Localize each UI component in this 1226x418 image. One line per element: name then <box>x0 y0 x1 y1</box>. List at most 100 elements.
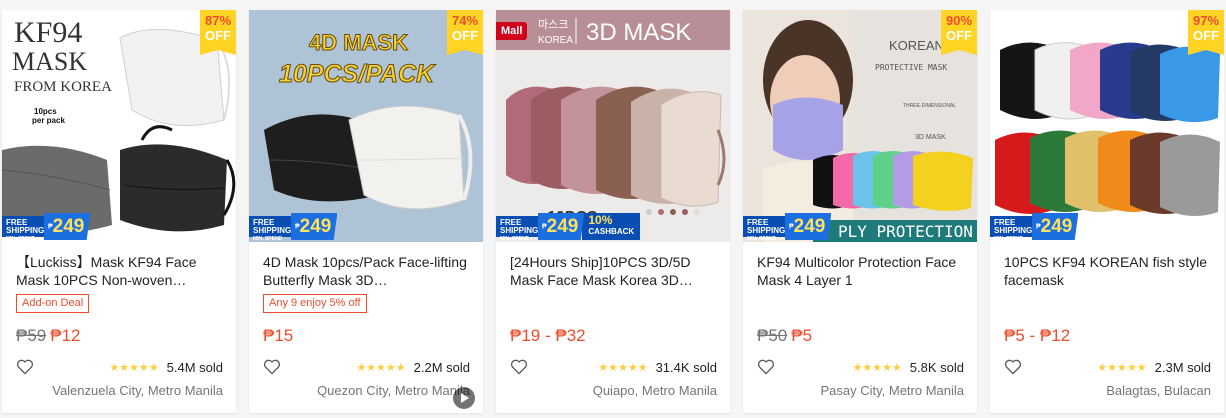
star-rating: ★★★★★ <box>1097 361 1147 374</box>
fs-min-spend: MIN. SPEND <box>6 236 36 242</box>
fs-amount: 249 <box>546 216 579 237</box>
original-price: ₱50 <box>757 326 788 345</box>
img-text-korean: 마스크 <box>538 18 568 31</box>
img-text-10pcs: 10pcs <box>34 107 57 116</box>
free-shipping-badge: FREE SHIPPING MIN. SPEND ₱249 <box>249 213 338 242</box>
discount-badge: 74% OFF <box>447 10 483 55</box>
fs-min-spend: MIN. SPEND <box>253 236 283 242</box>
fs-min-spend: MIN. SPEND <box>747 236 777 242</box>
rating-row: ★★★★★ 2.3M sold <box>1004 358 1211 376</box>
discount-percent: 90% <box>945 13 973 28</box>
sold-count: 2.2M sold <box>413 359 470 375</box>
heart-icon[interactable] <box>510 359 528 375</box>
discount-off-label: OFF <box>1193 28 1219 43</box>
star-rating: ★★★★★ <box>109 361 159 374</box>
product-title[interactable]: 10PCS KF94 KOREAN fish style facemask <box>1004 253 1210 289</box>
free-shipping-badge: FREE SHIPPING MIN. SPEND ₱249 <box>990 213 1079 242</box>
fs-shipping: SHIPPING <box>500 226 539 235</box>
star-rating: ★★★★★ <box>852 361 902 374</box>
product-card[interactable]: 4D MASK 10PCS/PACK 74% OFF FREE SHIPPING M… <box>249 10 483 413</box>
img-text-ply-protection: PLY PROTECTION <box>838 222 973 241</box>
sold-count: 31.4K sold <box>655 359 717 375</box>
product-title[interactable]: 【Luckiss】Mask KF94 Face Mask 10PCS Non-w… <box>16 253 222 289</box>
fs-shipping: SHIPPING <box>747 226 786 235</box>
fs-amount: 249 <box>299 216 332 237</box>
fs-shipping: SHIPPING <box>253 226 292 235</box>
product-title[interactable]: KF94 Multicolor Protection Face Mask 4 L… <box>757 253 963 289</box>
play-video-icon[interactable] <box>453 387 475 409</box>
current-price: ₱19 - ₱32 <box>510 326 586 345</box>
sold-count: 5.4M sold <box>166 359 223 375</box>
current-price: ₱12 <box>50 326 81 345</box>
star-rating: ★★★★★ <box>598 361 648 374</box>
img-text-protective: PROTECTIVE MASK <box>875 63 947 72</box>
img-text-korean: KOREAN <box>889 38 944 53</box>
free-shipping-badge: FREE SHIPPING MIN. SPEND ₱249 <box>743 213 832 242</box>
fs-min-spend: MIN. SPEND <box>994 236 1024 242</box>
discount-off-label: OFF <box>205 28 231 43</box>
img-text-3d-mask: 3D MASK <box>586 19 691 46</box>
original-price: ₱59 <box>16 326 47 345</box>
discount-badge: 87% OFF <box>200 10 236 55</box>
shop-location: Balagtas, Bulacan <box>1106 383 1211 398</box>
fs-min-spend: MIN. SPEND <box>500 236 530 242</box>
discount-percent: 87% <box>204 13 232 28</box>
product-price: ₱50 ₱5 <box>757 326 812 346</box>
star-rating: ★★★★★ <box>356 361 406 374</box>
img-text-10pcs-pack: 10PCS/PACK <box>279 60 436 88</box>
heart-icon[interactable] <box>16 359 34 375</box>
shop-location: Valenzuela City, Metro Manila <box>52 383 223 398</box>
fs-amount: 249 <box>793 216 826 237</box>
img-text-korea: KOREA <box>538 35 573 46</box>
product-grid: KF94 MASK FROM KOREA 10pcs per pack 87% … <box>2 10 1224 413</box>
sold-count: 2.3M sold <box>1154 359 1211 375</box>
discount-off-label: OFF <box>452 28 478 43</box>
shop-location: Pasay City, Metro Manila <box>820 383 964 398</box>
product-price: ₱5 - ₱12 <box>1004 326 1070 346</box>
cashback-badge: 10% CASHBACK <box>582 213 641 240</box>
discount-percent: 74% <box>451 13 479 28</box>
product-title[interactable]: 4D Mask 10pcs/Pack Face-lifting Butterfl… <box>263 253 469 289</box>
rating-row: ★★★★★ 2.2M sold <box>263 358 470 376</box>
product-card[interactable]: 97% OFF FREE SHIPPING MIN. SPEND ₱249 10PC… <box>990 10 1224 413</box>
heart-icon[interactable] <box>263 359 281 375</box>
discount-badge: 90% OFF <box>941 10 977 55</box>
heart-icon[interactable] <box>757 359 775 375</box>
free-shipping-badge: FREE SHIPPING MIN. SPEND ₱249 10% CASHBACK <box>496 213 641 242</box>
product-price: ₱59 ₱12 <box>16 326 81 346</box>
img-text-three-dim: THREE-DIMENSIONAL <box>903 103 956 109</box>
free-shipping-badge: FREE SHIPPING MIN. SPEND ₱249 <box>2 213 91 242</box>
discount-badge: 97% OFF <box>1188 10 1224 55</box>
product-price: ₱15 <box>263 326 293 346</box>
promo-tag: Add-on Deal <box>16 294 90 313</box>
sold-count: 5.8K sold <box>909 359 964 375</box>
img-text-per-pack: per pack <box>32 116 65 125</box>
discount-percent: 97% <box>1192 13 1220 28</box>
heart-icon[interactable] <box>1004 359 1022 375</box>
img-text-from-korea: FROM KOREA <box>14 79 112 95</box>
img-text-mask: MASK <box>12 47 87 76</box>
product-title[interactable]: [24Hours Ship]10PCS 3D/5D Mask Face Mask… <box>510 253 716 289</box>
img-text-kf94: KF94 <box>14 16 82 49</box>
img-text-3d-mask: 3D MASK <box>915 134 946 141</box>
current-price: ₱5 <box>791 326 813 345</box>
product-card[interactable]: 마스크 KOREA 3D MASK 10PCS Mall FREESHIPPIN… <box>496 10 730 413</box>
product-card[interactable]: KF94 MASK FROM KOREA 10pcs per pack 87% … <box>2 10 236 413</box>
fs-amount: 249 <box>1040 216 1073 237</box>
promo-tag: Any 9 enjoy 5% off <box>263 294 367 313</box>
rating-row: ★★★★★ 5.4M sold <box>16 358 223 376</box>
current-price: ₱5 - ₱12 <box>1004 326 1071 345</box>
mall-badge: Mall <box>496 22 528 40</box>
cashback-percent: 10% <box>588 213 613 227</box>
rating-row: ★★★★★ 5.8K sold <box>757 358 964 376</box>
product-price: ₱19 - ₱32 <box>510 326 586 346</box>
discount-off-label: OFF <box>946 28 972 43</box>
rating-row: ★★★★★ 31.4K sold <box>510 358 717 376</box>
product-card[interactable]: KOREAN PROTECTIVE MASK THREE-DIMENSIONAL… <box>743 10 977 413</box>
fs-shipping: SHIPPING <box>6 226 45 235</box>
cashback-label: CASHBACK <box>588 227 635 236</box>
product-image[interactable]: 마스크 KOREA 3D MASK 10PCS <box>496 10 730 242</box>
current-price: ₱15 <box>263 326 294 345</box>
fs-shipping: SHIPPING <box>994 226 1033 235</box>
shop-location: Quiapo, Metro Manila <box>592 383 717 398</box>
